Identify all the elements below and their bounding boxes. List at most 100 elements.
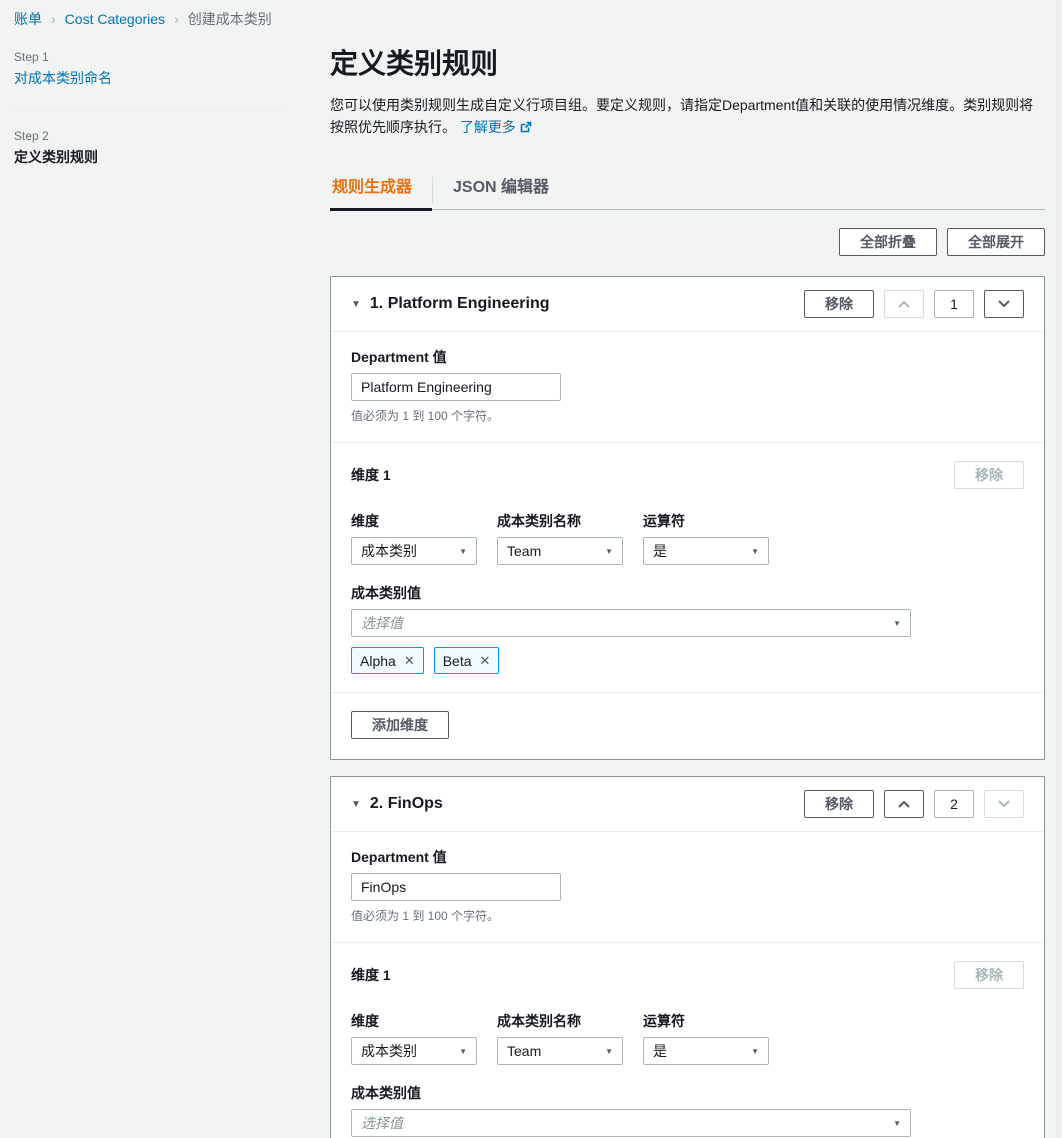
- rule-card-1-header: ▼ 1. Platform Engineering 移除 1: [331, 277, 1044, 332]
- collapse-expand-actions: 全部折叠 全部展开: [330, 228, 1045, 256]
- collapse-triangle-icon: ▼: [351, 799, 361, 810]
- caret-down-icon: ▼: [893, 619, 901, 628]
- selected-values-tags: Alpha ✕ Beta ✕: [351, 647, 1024, 674]
- dimension-select-value: 成本类别: [361, 1041, 417, 1061]
- cost-category-value-label: 成本类别值: [351, 1083, 1024, 1103]
- value-tag: Alpha ✕: [351, 647, 424, 674]
- dimension-fields-row: 维度 成本类别 ▼ 成本类别名称 Team ▼ 运算符 是: [351, 1011, 1024, 1065]
- move-up-button[interactable]: [884, 290, 924, 318]
- collapse-all-button[interactable]: 全部折叠: [839, 228, 937, 256]
- caret-down-icon: ▼: [751, 547, 759, 556]
- external-link-icon: [520, 117, 532, 139]
- dimension-fields-row: 维度 成本类别 ▼ 成本类别名称 Team ▼ 运算符 是: [351, 511, 1024, 565]
- rule-order-box: 1: [934, 290, 974, 318]
- wizard-steps-nav: Step 1 对成本类别命名 Step 2 定义类别规则: [14, 50, 284, 167]
- operator-select[interactable]: 是 ▼: [643, 1037, 769, 1065]
- cost-category-value-placeholder: 选择值: [361, 1113, 403, 1133]
- caret-down-icon: ▼: [459, 1047, 467, 1056]
- tab-json-editor[interactable]: JSON 编辑器: [433, 165, 569, 209]
- step1-link[interactable]: 对成本类别命名: [14, 68, 284, 88]
- cost-category-name-select[interactable]: Team ▼: [497, 537, 623, 565]
- remove-rule-button[interactable]: 移除: [804, 790, 874, 818]
- rule-card-1-body: Department 值 值必须为 1 到 100 个字符。 维度 1 移除 维…: [331, 332, 1044, 759]
- dismiss-tag-icon[interactable]: ✕: [480, 654, 491, 667]
- step2-current: 定义类别规则: [14, 147, 284, 167]
- department-value-helper: 值必须为 1 到 100 个字符。: [351, 907, 1024, 924]
- department-value-helper: 值必须为 1 到 100 个字符。: [351, 407, 1024, 424]
- breadcrumb-separator-icon: ›: [51, 11, 56, 27]
- operator-select-value: 是: [653, 541, 667, 561]
- dimension-section-title: 维度 1: [351, 965, 391, 985]
- operator-label: 运算符: [643, 511, 769, 531]
- dismiss-tag-icon[interactable]: ✕: [404, 654, 415, 667]
- cost-category-name-label: 成本类别名称: [497, 511, 623, 531]
- dimension-label: 维度: [351, 511, 477, 531]
- dimension-section-header: 维度 1 移除: [351, 461, 1024, 489]
- cost-category-name-select-value: Team: [507, 1043, 541, 1059]
- main-content: 定义类别规则 您可以使用类别规则生成自定义行项目组。要定义规则，请指定Depar…: [330, 0, 1045, 1138]
- value-tag-label: Alpha: [360, 653, 396, 669]
- value-tag-label: Beta: [443, 653, 472, 669]
- dimension-select-value: 成本类别: [361, 541, 417, 561]
- rule-card-2-header: ▼ 2. FinOps 移除 2: [331, 777, 1044, 832]
- operator-field: 运算符 是 ▼: [643, 511, 769, 565]
- dimension-label: 维度: [351, 1011, 477, 1031]
- operator-label: 运算符: [643, 1011, 769, 1031]
- cost-category-value-placeholder: 选择值: [361, 613, 403, 633]
- cost-category-name-field: 成本类别名称 Team ▼: [497, 511, 623, 565]
- rule-card-2-header-buttons: 移除 2: [804, 790, 1024, 818]
- dimension-select[interactable]: 成本类别 ▼: [351, 537, 477, 565]
- department-value-input[interactable]: [351, 873, 561, 901]
- department-value-label: Department 值: [351, 847, 1024, 867]
- learn-more-link[interactable]: 了解更多: [460, 119, 516, 135]
- dimension-field: 维度 成本类别 ▼: [351, 1011, 477, 1065]
- move-down-button[interactable]: [984, 290, 1024, 318]
- rule-order-box: 2: [934, 790, 974, 818]
- department-value-label: Department 值: [351, 347, 1024, 367]
- cost-category-value-label: 成本类别值: [351, 583, 1024, 603]
- remove-rule-button[interactable]: 移除: [804, 290, 874, 318]
- remove-dimension-button[interactable]: 移除: [954, 961, 1024, 989]
- caret-down-icon: ▼: [605, 1047, 613, 1056]
- dimension-section-title: 维度 1: [351, 465, 391, 485]
- cost-category-name-label: 成本类别名称: [497, 1011, 623, 1031]
- cost-category-name-select-value: Team: [507, 543, 541, 559]
- operator-select-value: 是: [653, 1041, 667, 1061]
- add-dimension-button[interactable]: 添加维度: [351, 711, 449, 739]
- rule-card-2-title-text: 2. FinOps: [370, 795, 443, 813]
- page-title: 定义类别规则: [330, 46, 1045, 82]
- cost-category-name-select[interactable]: Team ▼: [497, 1037, 623, 1065]
- breadcrumb-billing-link[interactable]: 账单: [14, 9, 42, 29]
- operator-field: 运算符 是 ▼: [643, 1011, 769, 1065]
- remove-dimension-button[interactable]: 移除: [954, 461, 1024, 489]
- caret-down-icon: ▼: [605, 547, 613, 556]
- collapse-triangle-icon: ▼: [351, 299, 361, 310]
- breadcrumb-cost-categories-link[interactable]: Cost Categories: [65, 11, 165, 27]
- cost-category-value-select[interactable]: 选择值 ▼: [351, 1109, 911, 1137]
- breadcrumb: 账单 › Cost Categories › 创建成本类别: [14, 9, 272, 29]
- caret-down-icon: ▼: [751, 1047, 759, 1056]
- move-up-button[interactable]: [884, 790, 924, 818]
- value-tag: Beta ✕: [434, 647, 500, 674]
- breadcrumb-separator-icon: ›: [174, 11, 179, 27]
- breadcrumb-current: 创建成本类别: [188, 9, 272, 29]
- dimension-section-header: 维度 1 移除: [351, 961, 1024, 989]
- tab-rule-builder[interactable]: 规则生成器: [330, 165, 432, 209]
- expand-all-button[interactable]: 全部展开: [947, 228, 1045, 256]
- cost-category-value-select[interactable]: 选择值 ▼: [351, 609, 911, 637]
- caret-down-icon: ▼: [893, 1119, 901, 1128]
- scrollbar-track[interactable]: [1057, 0, 1062, 1138]
- department-value-input[interactable]: [351, 373, 561, 401]
- tabs-bar: 规则生成器 JSON 编辑器: [330, 165, 1045, 210]
- description-text: 您可以使用类别规则生成自定义行项目组。要定义规则，请指定Department值和…: [330, 97, 1033, 135]
- rule-card-2-title[interactable]: ▼ 2. FinOps: [351, 795, 443, 813]
- move-down-button[interactable]: [984, 790, 1024, 818]
- operator-select[interactable]: 是 ▼: [643, 537, 769, 565]
- dimension-select[interactable]: 成本类别 ▼: [351, 1037, 477, 1065]
- step1-label: Step 1: [14, 50, 284, 64]
- step2-label: Step 2: [14, 129, 284, 143]
- dimension-field: 维度 成本类别 ▼: [351, 511, 477, 565]
- rule-card-2-body: Department 值 值必须为 1 到 100 个字符。 维度 1 移除 维…: [331, 832, 1044, 1138]
- rule-card-1-title[interactable]: ▼ 1. Platform Engineering: [351, 295, 550, 313]
- rule-card-1: ▼ 1. Platform Engineering 移除 1 Departmen…: [330, 276, 1045, 760]
